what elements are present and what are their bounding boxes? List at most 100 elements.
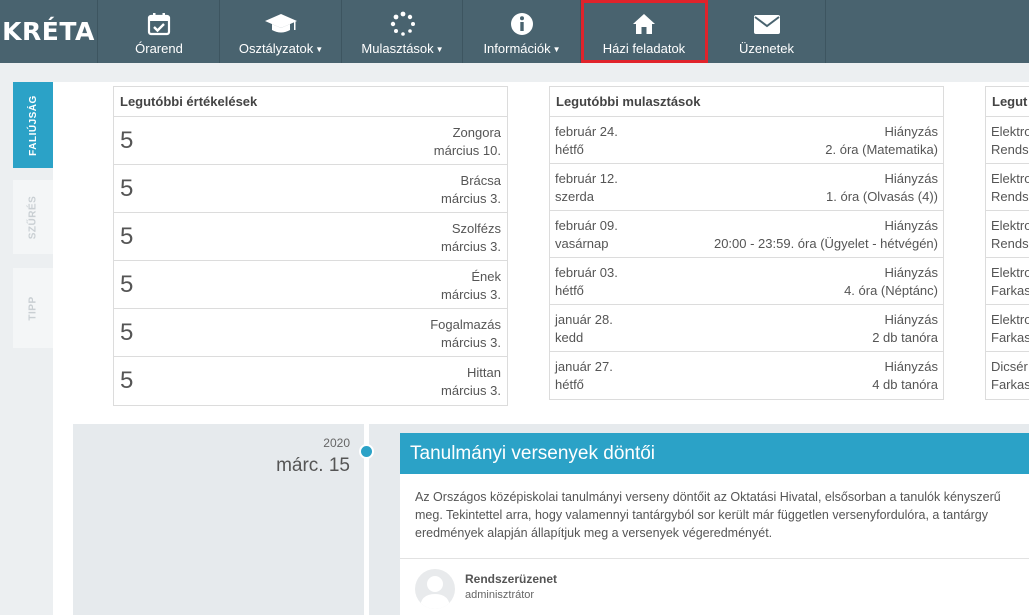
list-item[interactable]: Elektro Rendsz bbox=[986, 164, 1029, 211]
spinner-dots-icon bbox=[390, 11, 416, 37]
calendar-check-icon bbox=[146, 11, 172, 37]
sidebar-tab-faliujsag[interactable]: FALIÚJSÁG bbox=[13, 82, 53, 168]
grade-subject: Hittan bbox=[467, 365, 501, 380]
list-item[interactable]: Elektro Farkas bbox=[986, 305, 1029, 352]
info-circle-icon bbox=[509, 11, 535, 37]
caret-down-icon: ▼ bbox=[435, 45, 444, 55]
item-line2: Farkas bbox=[991, 330, 1029, 345]
recent-absences-panel: Legutóbbi mulasztások február 24. hétfő … bbox=[549, 86, 944, 400]
absence-row[interactable]: február 12. szerda Hiányzás 1. óra (Olva… bbox=[550, 164, 943, 211]
absence-type: Hiányzás bbox=[884, 171, 938, 186]
grade-subject: Zongora bbox=[452, 125, 501, 140]
news-body-line: meg. Tekintettel arra, hogy valamennyi t… bbox=[415, 508, 988, 522]
grade-row[interactable]: 5 Hittan március 3. bbox=[114, 357, 507, 405]
item-line2: Rendsz bbox=[991, 142, 1029, 157]
nav-orarend[interactable]: Órarend bbox=[99, 0, 220, 63]
caret-down-icon: ▼ bbox=[552, 45, 561, 55]
nav-hazi-feladatok[interactable]: Házi feladatok bbox=[581, 0, 708, 63]
avatar bbox=[415, 569, 455, 609]
absence-day: vasárnap bbox=[555, 236, 609, 251]
list-item[interactable]: Elektro Farkas bbox=[986, 258, 1029, 305]
nav-label: Házi feladatok bbox=[602, 41, 686, 56]
nav-label: Információk bbox=[483, 41, 551, 56]
panel-title: Legutóbbi értékelések bbox=[114, 87, 507, 117]
item-line1: Elektro bbox=[991, 312, 1029, 327]
grade-row[interactable]: 5 Fogalmazás március 3. bbox=[114, 309, 507, 357]
news-body: Az Országos középiskolai tanulmányi vers… bbox=[400, 474, 1029, 559]
grade-subject: Ének bbox=[471, 269, 501, 284]
grade-row[interactable]: 5 Ének március 3. bbox=[114, 261, 507, 309]
grade-value: 5 bbox=[120, 319, 134, 346]
grade-date: március 10. bbox=[433, 143, 501, 158]
item-line2: Rendsz bbox=[991, 189, 1029, 204]
absence-row[interactable]: február 03. hétfő Hiányzás 4. óra (Néptá… bbox=[550, 258, 943, 305]
grade-value: 5 bbox=[120, 175, 134, 202]
list-item[interactable]: Elektro Rendsz bbox=[986, 117, 1029, 164]
absence-row[interactable]: január 28. kedd Hiányzás 2 db tanóra bbox=[550, 305, 943, 352]
grade-date: március 3. bbox=[441, 287, 501, 302]
news-body-line: Az Országos középiskolai tanulmányi vers… bbox=[415, 490, 1001, 504]
item-line2: Farkas bbox=[991, 283, 1029, 298]
nav-label: Osztályzatok bbox=[238, 41, 314, 56]
nav-label: Üzenetek bbox=[739, 41, 794, 56]
item-line1: Elektro bbox=[991, 218, 1029, 233]
top-navbar: KRÉTA Órarend Osztályzatok ▼ Mulasztások ▼… bbox=[0, 0, 1029, 63]
absence-detail: 20:00 - 23:59. óra (Ügyelet - hétvégén) bbox=[713, 236, 938, 251]
grade-subject: Szolfézs bbox=[451, 221, 501, 236]
absence-type: Hiányzás bbox=[884, 359, 938, 374]
list-item[interactable]: Elektro Rendsz bbox=[986, 211, 1029, 258]
news-author: Rendszerüzenet adminisztrátor bbox=[400, 559, 1029, 615]
timeline-dot bbox=[359, 444, 374, 459]
absence-date: február 03. bbox=[555, 265, 618, 280]
absence-day: hétfő bbox=[555, 283, 584, 298]
absence-detail: 4 db tanóra bbox=[872, 377, 938, 392]
graduation-cap-icon bbox=[264, 11, 298, 37]
nav-mulasztasok[interactable]: Mulasztások ▼ bbox=[343, 0, 463, 63]
grade-subject: Fogalmazás bbox=[430, 317, 501, 332]
absence-row[interactable]: február 24. hétfő Hiányzás 2. óra (Matem… bbox=[550, 117, 943, 164]
nav-label: Órarend bbox=[135, 41, 183, 56]
grade-value: 5 bbox=[120, 271, 134, 298]
list-item[interactable]: Dicsér Farkas bbox=[986, 352, 1029, 399]
absence-date: január 27. bbox=[555, 359, 613, 374]
grade-date: március 3. bbox=[441, 335, 501, 350]
absence-detail: 2. óra (Matematika) bbox=[825, 142, 938, 157]
absence-day: hétfő bbox=[555, 142, 584, 157]
absence-type: Hiányzás bbox=[884, 218, 938, 233]
item-line1: Dicsér bbox=[991, 359, 1028, 374]
sidebar-tab-tipp[interactable]: TIPP bbox=[13, 268, 53, 348]
recent-grades-panel: Legutóbbi értékelések 5 Zongora március … bbox=[113, 86, 508, 406]
absence-type: Hiányzás bbox=[884, 124, 938, 139]
nav-osztalyzatok[interactable]: Osztályzatok ▼ bbox=[221, 0, 342, 63]
nav-uzenetek[interactable]: Üzenetek bbox=[708, 0, 826, 63]
author-name: Rendszerüzenet bbox=[465, 572, 558, 586]
item-line1: Elektro bbox=[991, 124, 1029, 139]
sidebar-tab-szures[interactable]: SZŰRÉS bbox=[13, 180, 53, 254]
kreta-logo[interactable]: KRÉTA bbox=[0, 0, 98, 63]
timeline-date: márc. 15 bbox=[276, 455, 350, 476]
absence-row[interactable]: február 09. vasárnap Hiányzás 20:00 - 23… bbox=[550, 211, 943, 258]
grade-value: 5 bbox=[120, 127, 134, 154]
grade-row[interactable]: 5 Zongora március 10. bbox=[114, 117, 507, 165]
left-sidebar: FALIÚJSÁG SZŰRÉS TIPP bbox=[0, 82, 53, 615]
sidebar-tab-label: SZŰRÉS bbox=[27, 195, 39, 239]
recent-items-panel: Legut Elektro Rendsz Elektro Rendsz Elek… bbox=[985, 86, 1029, 400]
absence-detail: 1. óra (Olvasás (4)) bbox=[826, 189, 938, 204]
home-icon bbox=[631, 11, 657, 37]
grade-date: március 3. bbox=[441, 383, 501, 398]
sidebar-tab-label: TIPP bbox=[27, 295, 39, 321]
sidebar-tab-label: FALIÚJSÁG bbox=[27, 94, 39, 156]
item-line2: Rendsz bbox=[991, 236, 1029, 251]
absence-date: február 09. bbox=[555, 218, 618, 233]
nav-informaciok[interactable]: Információk ▼ bbox=[464, 0, 581, 63]
grade-value: 5 bbox=[120, 367, 134, 394]
absence-type: Hiányzás bbox=[884, 312, 938, 327]
nav-label: Mulasztások bbox=[361, 41, 434, 56]
absence-row[interactable]: január 27. hétfő Hiányzás 4 db tanóra bbox=[550, 352, 943, 399]
grade-row[interactable]: 5 Szolfézs március 3. bbox=[114, 213, 507, 261]
grade-row[interactable]: 5 Brácsa március 3. bbox=[114, 165, 507, 213]
author-role: adminisztrátor bbox=[465, 589, 535, 601]
absence-day: hétfő bbox=[555, 377, 584, 392]
news-title[interactable]: Tanulmányi versenyek döntői bbox=[400, 433, 1029, 474]
panel-title: Legutóbbi mulasztások bbox=[550, 87, 943, 117]
